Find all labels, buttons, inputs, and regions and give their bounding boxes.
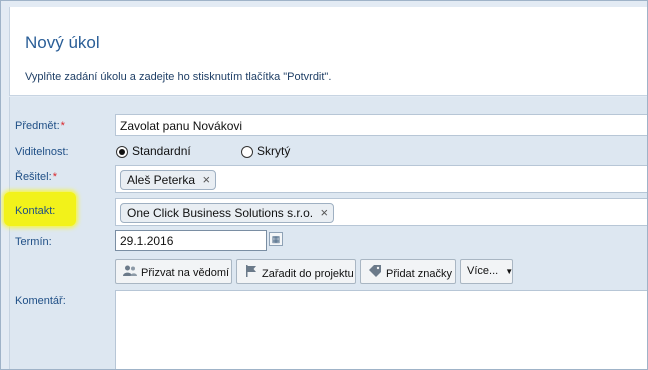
visibility-standard-label[interactable]: Standardní (132, 144, 191, 158)
users-icon (122, 265, 138, 279)
comment-textarea[interactable] (115, 290, 647, 369)
dialog-header: Nový úkol Vyplňte zadání úkolu a zadejte… (9, 7, 647, 96)
tag-icon (367, 265, 383, 280)
assignee-token: Aleš Peterka × (120, 170, 217, 190)
add-to-project-button[interactable]: Zařadit do projektu (236, 259, 356, 284)
remove-contact-icon[interactable]: × (321, 205, 329, 220)
invite-watchers-button[interactable]: Přizvat na vědomí (115, 259, 232, 284)
due-date-value: 29.1.2016 (120, 234, 174, 248)
subject-input[interactable]: Zavolat panu Novákovi (115, 114, 647, 136)
dialog-instructions: Vyplňte zadání úkolu a zadejte ho stiskn… (25, 71, 332, 83)
dialog-title: Nový úkol (25, 33, 100, 52)
contact-token-label: One Click Business Solutions s.r.o. (127, 206, 314, 220)
assignee-token-label: Aleš Peterka (127, 173, 196, 187)
contact-field[interactable]: One Click Business Solutions s.r.o. × (115, 198, 647, 226)
visibility-hidden-label[interactable]: Skrytý (257, 144, 290, 158)
add-tags-button[interactable]: Přidat značky (360, 259, 456, 284)
more-button[interactable]: Více... ▼ (460, 259, 513, 284)
flag-icon (243, 265, 259, 280)
contact-label: Kontakt: (15, 205, 56, 217)
assignee-label: Řešitel:* (15, 171, 57, 183)
remove-assignee-icon[interactable]: × (202, 172, 210, 187)
subject-value: Zavolat panu Novákovi (120, 119, 243, 133)
assignee-field[interactable]: Aleš Peterka × (115, 165, 647, 193)
caret-down-icon: ▼ (505, 267, 514, 276)
visibility-standard-radio[interactable] (116, 146, 128, 158)
subject-label: Předmět:* (15, 120, 65, 132)
due-date-label: Termín: (15, 236, 52, 248)
visibility-label: Viditelnost: (15, 146, 69, 158)
contact-token: One Click Business Solutions s.r.o. × (120, 203, 335, 223)
comment-label: Komentář: (15, 295, 66, 307)
dialog-window: Nový úkol Vyplňte zadání úkolu a zadejte… (0, 0, 648, 370)
due-date-input[interactable]: 29.1.2016 (115, 230, 267, 251)
visibility-hidden-radio[interactable] (241, 146, 253, 158)
calendar-icon[interactable]: ▦ (269, 232, 283, 246)
